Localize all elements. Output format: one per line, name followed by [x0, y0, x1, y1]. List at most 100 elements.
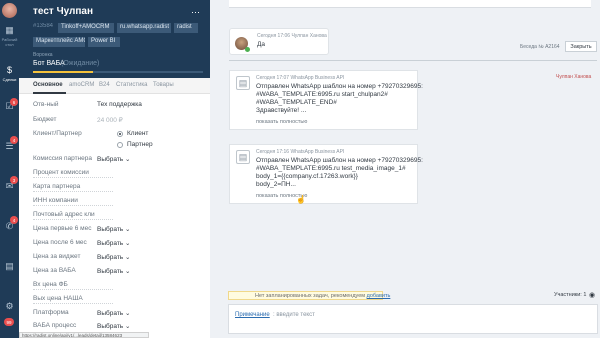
field-inn[interactable]: ИНН компании — [33, 195, 208, 207]
field-platform[interactable]: Платформа Выбрать ⌄ — [33, 307, 208, 319]
message-author[interactable]: Чулпан Ханова — [556, 74, 591, 80]
radio-client-label[interactable]: Клиент — [127, 130, 148, 137]
tag-radist[interactable]: radist — [174, 23, 198, 33]
message-line: body_1={{company.cf.17263.work}} — [256, 173, 358, 180]
feed-divider — [229, 60, 597, 61]
field-label: Клиент/Партнер — [33, 130, 82, 137]
notifications-badge: 99 — [4, 318, 14, 326]
field-budget[interactable]: Бюджет 24 000 ₽ — [33, 114, 208, 126]
field-postal-address[interactable]: Почтовый адрес клиента — [33, 209, 208, 221]
tab-main[interactable]: Основное — [33, 82, 63, 88]
field-select[interactable]: Выбрать ⌄ — [97, 225, 130, 233]
radio-partner-label[interactable]: Партнер — [127, 141, 153, 148]
active-tab-underline — [33, 92, 66, 94]
field-commission-percent[interactable]: Процент комиссии — [33, 167, 208, 179]
field-price-widget[interactable]: Цена за виджет Выбрать ⌄ — [33, 251, 208, 263]
task-bar: Нет запланированных задач, рекомендуем д… — [228, 289, 598, 303]
tab-amocrm[interactable]: amoCRM — [69, 82, 94, 88]
grid-icon[interactable]: ▦ — [2, 24, 17, 36]
radio-client[interactable] — [117, 131, 123, 137]
field-label: Бюджет — [33, 116, 57, 123]
incoming-message: Сегодня 17:06 Чулпан Ханова Да — [229, 28, 329, 55]
field-empty-line — [33, 177, 113, 178]
gear-icon[interactable]: ⚙ — [2, 300, 17, 312]
tag-marketplace[interactable]: Маркетплейс AMOCRM — [33, 37, 85, 47]
user-avatar[interactable] — [2, 3, 17, 18]
dollar-icon[interactable]: $ — [2, 64, 17, 76]
field-select[interactable]: Выбрать ⌄ — [97, 239, 130, 247]
tag-tinkoff[interactable]: Tinkoff+AMOCRM — [58, 23, 114, 33]
rail-label-desktop: Рабочий стол — [1, 37, 18, 47]
field-empty-line — [33, 205, 113, 206]
field-empty-line — [33, 219, 113, 220]
message-head: Сегодня 17:16 WhatsApp Business API — [256, 149, 345, 155]
field-label: Карта партнера — [33, 183, 81, 190]
tag-powerbi[interactable]: Power BI — [88, 37, 120, 47]
field-select[interactable]: Выбрать ⌄ — [97, 267, 130, 275]
field-price-first-6[interactable]: Цена первые 6 мес Выбрать ⌄ — [33, 223, 208, 235]
field-price-after-6[interactable]: Цена после 6 мес Выбрать ⌄ — [33, 237, 208, 249]
lead-id: #13584623 — [33, 23, 53, 29]
field-waba-process[interactable]: ВАБА процесс Выбрать ⌄ — [33, 320, 208, 332]
lead-title[interactable]: тест Чулпан — [33, 6, 93, 17]
field-select[interactable]: Выбрать ⌄ — [97, 155, 130, 163]
no-tasks-note: Нет запланированных задач, рекомендуем д… — [228, 291, 390, 300]
message-line: #WABA_TEMPLATE_END# — [256, 99, 337, 106]
mouse-cursor-icon: ☝ — [296, 195, 306, 204]
field-price-waba[interactable]: Цена за ВАБА Выбрать ⌄ — [33, 265, 208, 277]
field-select[interactable]: Выбрать ⌄ — [97, 322, 130, 330]
field-label: ВАБА процесс — [33, 322, 77, 329]
show-full-link[interactable]: показать полностью — [256, 119, 307, 125]
field-partner-commission[interactable]: Комиссия партнера Выбрать ⌄ — [33, 153, 208, 165]
field-out-price[interactable]: Вых цена НАША — [33, 293, 208, 305]
field-partner-card[interactable]: Карта партнера — [33, 181, 208, 193]
field-empty-line — [33, 303, 113, 304]
field-in-price-fb[interactable]: Вх цена ФБ — [33, 279, 208, 291]
field-responsible[interactable]: Отв-ный Тех поддержка — [33, 99, 208, 111]
lead-card-header: тест Чулпан ⋯ #13584623 Tinkoff+AMOCRM r… — [19, 0, 210, 78]
field-select[interactable]: Выбрать ⌄ — [97, 253, 130, 261]
message-line: Отправлен WhatsApp шаблон на номер +7927… — [256, 83, 423, 90]
tab-statistics[interactable]: Статистика — [116, 82, 148, 88]
message-line: #WABA_TEMPLATE:6995.ru start_chulpan2# — [256, 91, 388, 98]
pipeline-progress — [33, 71, 93, 73]
field-label: Процент комиссии — [33, 169, 89, 176]
field-label: Вых цена НАША — [33, 295, 83, 302]
eye-icon[interactable]: ◉ — [589, 291, 595, 299]
waba-message-1: ▤ Сегодня 17:07 WhatsApp Business API От… — [229, 70, 423, 130]
chart-icon[interactable]: ▤ — [2, 260, 17, 272]
mail-count-badge: 4 — [10, 216, 18, 224]
note-composer[interactable]: Примечание : введите текст — [228, 304, 598, 334]
field-label: Платформа — [33, 309, 69, 316]
participants-count[interactable]: Участники: 1 — [554, 292, 586, 298]
close-conversation-button[interactable]: Закрыть — [565, 41, 597, 52]
tab-b24[interactable]: B24 — [99, 82, 110, 88]
field-value[interactable]: 24 000 ₽ — [97, 116, 123, 124]
tab-products[interactable]: Товары — [153, 82, 174, 88]
document-icon: ▤ — [236, 150, 250, 164]
field-label: Почтовый адрес клиента — [33, 211, 95, 218]
browser-status-url: https://radist.online/api/v1/...leads/de… — [19, 332, 149, 338]
field-label: Вх цена ФБ — [33, 281, 68, 288]
tag-whatsapp[interactable]: ru.whatsapp.radist — [117, 23, 171, 33]
field-value[interactable]: Тех поддержка — [97, 101, 142, 108]
pipeline-stage[interactable]: (Ожидание) — [61, 60, 99, 67]
field-select[interactable]: Выбрать ⌄ — [97, 309, 130, 317]
left-nav-rail: ▦ Рабочий стол $ Сделки ☑ 6 ☰ 4 ✉ 3 ✆ 4 … — [0, 0, 19, 338]
field-label: Цена за ВАБА — [33, 267, 76, 274]
message-head: Сегодня 17:07 WhatsApp Business API — [256, 75, 345, 81]
composer-input[interactable]: : введите текст — [273, 312, 315, 318]
composer-type-selector[interactable]: Примечание — [235, 312, 270, 318]
field-label: Цена после 6 мес — [33, 239, 87, 246]
field-label: Комиссия партнера — [33, 155, 92, 162]
conversation-number[interactable]: Беседа № А2164 — [520, 44, 560, 50]
chats-count-badge: 3 — [10, 176, 18, 184]
more-menu-icon[interactable]: ⋯ — [191, 7, 200, 18]
radio-partner[interactable] — [117, 142, 123, 148]
lead-tabs: Основное amoCRM B24 Статистика Товары — [19, 78, 210, 94]
lead-card: тест Чулпан ⋯ #13584623 Tinkoff+AMOCRM r… — [19, 0, 210, 338]
pipeline-select[interactable]: Бот ВАБА — [33, 60, 65, 67]
add-task-link[interactable]: добавить — [367, 293, 391, 299]
lists-count-badge: 4 — [10, 136, 18, 144]
tasks-count-badge: 6 — [10, 98, 18, 106]
